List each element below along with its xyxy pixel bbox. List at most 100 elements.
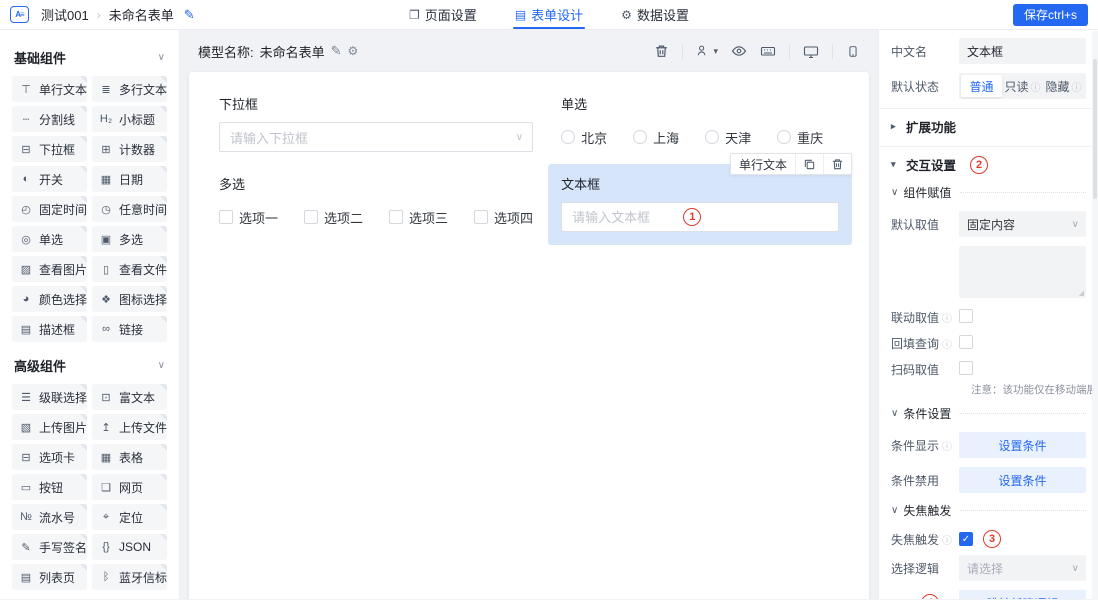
radio-option[interactable]: 天津 bbox=[705, 128, 751, 147]
component-icon: ❑ bbox=[99, 481, 113, 494]
component-item[interactable]: ▤描述框 bbox=[12, 316, 87, 342]
component-item[interactable]: ❖图标选择 bbox=[92, 286, 167, 312]
component-item[interactable]: ◕颜色选择 bbox=[12, 286, 87, 312]
component-item[interactable]: ⊞计数器 bbox=[92, 136, 167, 162]
state-option-只读[interactable]: 只读ⓘ bbox=[1002, 75, 1043, 97]
component-item[interactable]: ┄分割线 bbox=[12, 106, 87, 132]
component-item[interactable]: ▭按钮 bbox=[12, 474, 87, 500]
style-mode-icon[interactable]: ▾ bbox=[696, 44, 718, 58]
component-item[interactable]: ◎单选 bbox=[12, 226, 87, 252]
cn-name-input[interactable] bbox=[959, 38, 1086, 64]
default-state-row: 默认状态 普通只读ⓘ隐藏ⓘ bbox=[891, 73, 1086, 99]
model-settings-icon[interactable]: ⚙ bbox=[348, 44, 359, 58]
checkbox-option[interactable]: 选项二 bbox=[304, 208, 363, 227]
state-option-隐藏[interactable]: 隐藏ⓘ bbox=[1043, 75, 1084, 97]
mobile-view-icon[interactable] bbox=[846, 44, 860, 59]
section-interaction[interactable]: ▾ 交互设置 2 bbox=[891, 155, 1086, 174]
desktop-view-icon[interactable] bbox=[803, 44, 819, 59]
component-item[interactable]: ᛒ蓝牙信标 bbox=[92, 564, 167, 590]
component-item[interactable]: №流水号 bbox=[12, 504, 87, 530]
component-item[interactable]: H₂小标题 bbox=[92, 106, 167, 132]
component-item[interactable]: {}JSON bbox=[92, 534, 167, 560]
component-item[interactable]: ◴固定时间 bbox=[12, 196, 87, 222]
dropdown-field[interactable]: 下拉框 请输入下拉框 ∨ bbox=[219, 94, 533, 152]
assign-checkbox[interactable] bbox=[959, 361, 973, 375]
component-item[interactable]: ☰级联选择 bbox=[12, 384, 87, 410]
tab-数据设置[interactable]: ⚙数据设置 bbox=[621, 0, 689, 29]
breadcrumb-project[interactable]: 测试001 bbox=[41, 5, 89, 24]
scrollbar-thumb[interactable] bbox=[1093, 59, 1097, 199]
checkbox-option[interactable]: 选项四 bbox=[474, 208, 533, 227]
subsection-assign[interactable]: ∨ 组件赋值 bbox=[891, 184, 1086, 201]
scrollbar[interactable] bbox=[1092, 31, 1098, 600]
component-item[interactable]: ⌖定位 bbox=[92, 504, 167, 530]
form-canvas[interactable]: 下拉框 请输入下拉框 ∨ 单选 北京上海天津重庆 多选 选项一选项二选项三选项四 bbox=[189, 72, 869, 599]
component-label: 单行文本 bbox=[39, 81, 87, 98]
blur-toggle-checkbox[interactable] bbox=[959, 532, 973, 546]
clear-canvas-icon[interactable] bbox=[654, 44, 669, 59]
checkbox-option[interactable]: 选项一 bbox=[219, 208, 278, 227]
checkbox-group: 选项一 选项二 选项三 选项四 bbox=[219, 202, 533, 232]
tab-页面设置[interactable]: ❐页面设置 bbox=[409, 0, 477, 29]
selected-component[interactable]: 单行文本 文本框 1 bbox=[548, 164, 852, 245]
section-title-text: 高级组件 bbox=[14, 356, 66, 375]
component-icon: ≣ bbox=[99, 83, 113, 96]
assign-checkbox[interactable] bbox=[959, 335, 973, 349]
copy-component-icon[interactable] bbox=[796, 154, 823, 174]
component-item[interactable]: ▣多选 bbox=[92, 226, 167, 252]
triangle-down-icon: ▾ bbox=[891, 159, 900, 170]
logic-select[interactable]: 请选择 ∨ bbox=[959, 555, 1086, 581]
preview-icon[interactable] bbox=[731, 44, 747, 58]
radio-field[interactable]: 单选 北京 上海 天津 重庆 bbox=[561, 94, 839, 152]
default-content-textarea[interactable] bbox=[959, 246, 1086, 298]
component-item[interactable]: ✎手写签名 bbox=[12, 534, 87, 560]
delete-component-icon[interactable] bbox=[823, 154, 851, 174]
assign-check-label: 联动取值ⓘ bbox=[891, 309, 959, 326]
component-item[interactable]: ◷任意时间 bbox=[92, 196, 167, 222]
section-extend[interactable]: ▸ 扩展功能 bbox=[891, 117, 1086, 136]
edit-form-name-icon[interactable]: ✎ bbox=[184, 7, 195, 23]
component-item[interactable]: ▨查看图片 bbox=[12, 256, 87, 282]
component-item[interactable]: ▤列表页 bbox=[12, 564, 87, 590]
set-condition-button[interactable]: 设置条件 bbox=[959, 467, 1086, 493]
component-item[interactable]: ▦日期 bbox=[92, 166, 167, 192]
default-value-select[interactable]: 固定内容 ∨ bbox=[959, 211, 1086, 237]
component-item[interactable]: ⊟选项卡 bbox=[12, 444, 87, 470]
checkbox-field[interactable]: 多选 选项一选项二选项三选项四 bbox=[219, 174, 533, 232]
component-item[interactable]: ▦表格 bbox=[92, 444, 167, 470]
app-logo-icon[interactable]: A≡ bbox=[10, 6, 29, 23]
info-icon: ⓘ bbox=[942, 532, 952, 547]
jump-create-logic-button[interactable]: 跳转新建逻辑 bbox=[959, 590, 1086, 599]
edit-model-name-icon[interactable]: ✎ bbox=[331, 43, 342, 59]
field-label: 单选 bbox=[561, 94, 839, 113]
radio-option[interactable]: 重庆 bbox=[777, 128, 823, 147]
sidebar-section-title[interactable]: 基础组件∨ bbox=[14, 48, 165, 67]
save-button[interactable]: 保存ctrl+s bbox=[1013, 4, 1088, 26]
assign-checkbox[interactable] bbox=[959, 309, 973, 323]
component-item[interactable]: ∞链接 bbox=[92, 316, 167, 342]
component-item[interactable]: ◐开关 bbox=[12, 166, 87, 192]
dropdown-select[interactable]: 请输入下拉框 ∨ bbox=[219, 122, 533, 152]
component-item[interactable]: ↥上传文件 bbox=[92, 414, 167, 440]
shortcut-keys-icon[interactable] bbox=[760, 44, 776, 58]
component-item[interactable]: ⊤单行文本 bbox=[12, 76, 87, 102]
component-item[interactable]: ≣多行文本 bbox=[92, 76, 167, 102]
component-item[interactable]: ❑网页 bbox=[92, 474, 167, 500]
set-condition-button[interactable]: 设置条件 bbox=[959, 432, 1086, 458]
component-label: 表格 bbox=[119, 449, 143, 466]
component-item[interactable]: ▯查看文件 bbox=[92, 256, 167, 282]
selected-component-tag: 单行文本 bbox=[730, 153, 852, 175]
component-item[interactable]: ⊟下拉框 bbox=[12, 136, 87, 162]
radio-option[interactable]: 北京 bbox=[561, 128, 607, 147]
sidebar-section-title[interactable]: 高级组件∨ bbox=[14, 356, 165, 375]
component-item[interactable]: ⊡富文本 bbox=[92, 384, 167, 410]
tab-表单设计[interactable]: ▤表单设计 bbox=[515, 0, 583, 29]
checkbox-icon bbox=[219, 210, 233, 224]
checkbox-option[interactable]: 选项三 bbox=[389, 208, 448, 227]
component-item[interactable]: ▧上传图片 bbox=[12, 414, 87, 440]
component-label: 查看图片 bbox=[39, 261, 87, 278]
subsection-blur[interactable]: ∨ 失焦触发 bbox=[891, 502, 1086, 519]
radio-option[interactable]: 上海 bbox=[633, 128, 679, 147]
state-option-普通[interactable]: 普通 bbox=[961, 75, 1002, 97]
subsection-condition[interactable]: ∨ 条件设置 bbox=[891, 405, 1086, 422]
